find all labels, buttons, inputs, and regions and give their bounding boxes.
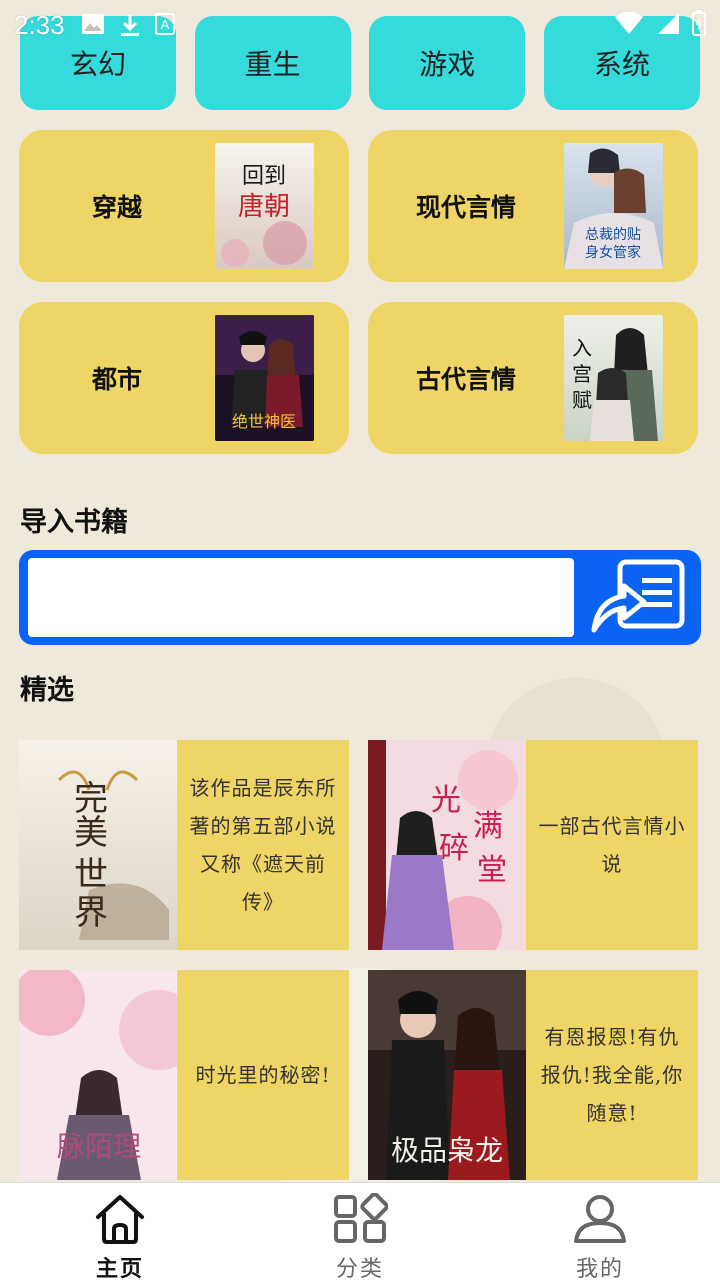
import-section-title: 导入书籍 [20, 507, 128, 538]
svg-text:绝世神医: 绝世神医 [232, 412, 296, 431]
import-icon [590, 556, 686, 640]
genre-card-xiandai-yanqing[interactable]: 现代言情 总裁的贴 身女管家 [368, 130, 698, 282]
svg-text:入: 入 [572, 336, 592, 360]
book-cover-image: 光 满 碎 堂 [368, 740, 526, 950]
import-button[interactable] [575, 550, 701, 645]
svg-text:光: 光 [431, 783, 461, 818]
svg-text:赋: 赋 [572, 388, 592, 412]
book-description: 该作品是辰东所著的第五部小说又称《遮天前传》 [189, 776, 337, 914]
book-description: 时光里的秘密! [195, 1063, 331, 1087]
svg-text:身女管家: 身女管家 [585, 244, 641, 261]
category-icon [332, 1192, 389, 1249]
genre-label: 现代言情 [415, 193, 516, 222]
text-icon: A [154, 13, 175, 37]
import-box [19, 550, 701, 645]
home-icon [92, 1193, 148, 1249]
nav-label: 分类 [335, 1257, 384, 1280]
featured-book-card[interactable]: 脉陌理 时光里的秘密! [19, 970, 349, 1180]
svg-text:世: 世 [74, 855, 108, 895]
svg-text:极品枭龙: 极品枭龙 [391, 1134, 503, 1167]
book-cover-image: 绝世神医 [215, 315, 314, 441]
svg-text:满: 满 [473, 809, 503, 844]
genre-label: 都市 [91, 365, 142, 394]
svg-text:A: A [160, 17, 169, 32]
featured-section-title: 精选 [20, 675, 74, 706]
svg-text:界: 界 [74, 893, 108, 933]
bottom-nav: 主页 分类 我的 [0, 1182, 720, 1280]
genre-grid: 穿越 回到 唐朝 现代言情 总裁的贴 身女管家 都市 绝世神医 古代言情 入 宫… [19, 130, 699, 454]
book-description: 一部古代言情小说 [538, 814, 686, 876]
svg-text:回到: 回到 [242, 164, 286, 189]
import-input[interactable] [28, 558, 574, 637]
genre-label: 穿越 [91, 193, 142, 222]
signal-icon [656, 11, 680, 39]
status-time: 2:33 [14, 9, 65, 40]
featured-book-card[interactable]: 光 满 碎 堂 一部古代言情小说 [368, 740, 698, 950]
battery-icon [692, 10, 706, 40]
nav-label: 我的 [575, 1257, 624, 1280]
profile-icon [572, 1193, 628, 1249]
genre-card-dushi[interactable]: 都市 绝世神医 [19, 302, 349, 454]
download-icon [119, 13, 141, 37]
svg-text:脉陌理: 脉陌理 [57, 1130, 141, 1163]
book-cover-image: 总裁的贴 身女管家 [564, 143, 663, 269]
svg-text:总裁的贴: 总裁的贴 [585, 227, 641, 243]
book-cover-image: 极品枭龙 [368, 970, 526, 1180]
nav-home[interactable]: 主页 [0, 1183, 240, 1280]
featured-grid: 完 美 世 界 该作品是辰东所著的第五部小说又称《遮天前传》 光 满 碎 堂 一… [19, 740, 699, 1180]
book-cover-image: 入 宫 赋 [564, 315, 663, 441]
book-cover-image: 完 美 世 界 [19, 740, 177, 950]
status-notifications: A [81, 13, 175, 37]
nav-profile[interactable]: 我的 [480, 1183, 720, 1280]
svg-text:堂: 堂 [477, 853, 507, 888]
genre-label: 古代言情 [415, 365, 516, 394]
nav-label: 主页 [95, 1256, 144, 1280]
book-cover-image: 回到 唐朝 [215, 143, 314, 269]
featured-book-card[interactable]: 极品枭龙 有恩报恩!有仇报仇!我全能,你随意! [368, 970, 698, 1180]
genre-card-chuanyue[interactable]: 穿越 回到 唐朝 [19, 130, 349, 282]
svg-text:唐朝: 唐朝 [238, 192, 290, 222]
wifi-icon [614, 11, 644, 39]
book-cover-image: 脉陌理 [19, 970, 177, 1180]
genre-card-gudai-yanqing[interactable]: 古代言情 入 宫 赋 [368, 302, 698, 454]
featured-book-card[interactable]: 完 美 世 界 该作品是辰东所著的第五部小说又称《遮天前传》 [19, 740, 349, 950]
nav-category[interactable]: 分类 [240, 1183, 480, 1280]
svg-text:宫: 宫 [572, 362, 592, 386]
book-description: 有恩报恩!有仇报仇!我全能,你随意! [540, 1025, 684, 1125]
status-system-icons [614, 10, 706, 40]
image-icon [81, 13, 105, 37]
svg-text:美: 美 [74, 813, 108, 853]
svg-text:碎: 碎 [439, 831, 469, 866]
status-bar: 2:33 A [0, 0, 720, 50]
